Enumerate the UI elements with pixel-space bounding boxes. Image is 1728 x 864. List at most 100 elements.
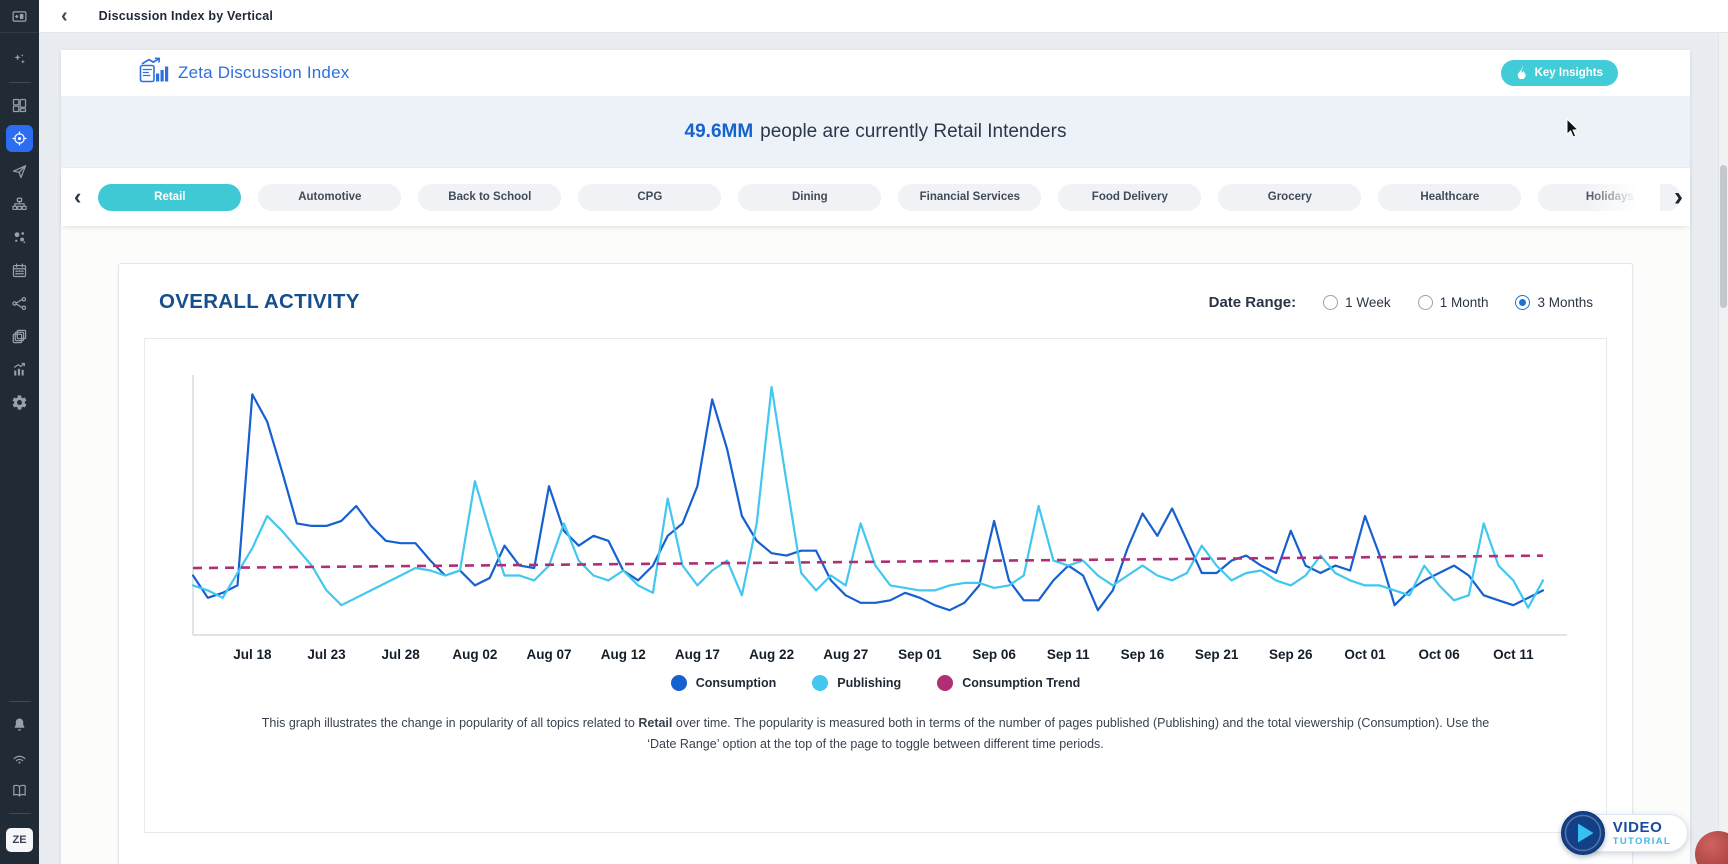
tab-grocery[interactable]: Grocery: [1218, 184, 1361, 211]
flow-icon[interactable]: [0, 287, 39, 320]
chart-description: This graph illustrates the change in pop…: [261, 713, 1491, 755]
legend-item-consumption-trend: Consumption Trend: [937, 675, 1080, 691]
radio-1-week[interactable]: 1 Week: [1323, 295, 1391, 310]
back-button[interactable]: ‹: [61, 6, 68, 26]
tab-financial-services[interactable]: Financial Services: [898, 184, 1041, 211]
brand-title: Zeta Discussion Index: [178, 63, 349, 83]
settings-icon[interactable]: [0, 386, 39, 419]
x-tick-label: Jul 28: [382, 647, 421, 662]
tabs-scroll-left-button[interactable]: ‹: [74, 184, 81, 210]
scrollbar[interactable]: [1718, 33, 1728, 864]
x-tick-label: Aug 17: [675, 647, 720, 662]
bell-icon[interactable]: [0, 708, 39, 741]
tab-dining[interactable]: Dining: [738, 184, 881, 211]
audience-target-icon[interactable]: [0, 122, 39, 155]
layers-icon[interactable]: [0, 320, 39, 353]
legend-label: Consumption Trend: [962, 676, 1080, 690]
signal-icon[interactable]: [0, 741, 39, 774]
series-publishing: [193, 387, 1543, 608]
tab-holidays[interactable]: Holidays: [1538, 184, 1681, 211]
activity-chart: Jul 18Jul 23Jul 28Aug 02Aug 07Aug 12Aug …: [148, 349, 1603, 667]
send-icon[interactable]: [0, 155, 39, 188]
scrollbar-thumb[interactable]: [1720, 165, 1727, 308]
sidebar-divider: [9, 701, 31, 702]
chart-legend: Consumption Publishing Consumption Trend: [145, 675, 1606, 691]
tab-retail[interactable]: Retail: [98, 184, 241, 211]
radio-label: 1 Month: [1440, 295, 1489, 310]
intenders-count: 49.6MM: [685, 121, 754, 143]
activity-zone: OVERALL ACTIVITY Date Range: 1 Week 1 Mon…: [61, 226, 1690, 864]
tabs-scroll-right-button[interactable]: ›: [1674, 182, 1683, 213]
tab-automotive[interactable]: Automotive: [258, 184, 401, 211]
topbar: ‹ Discussion Index by Vertical: [39, 0, 1728, 33]
radio-circle-icon: [1323, 295, 1338, 310]
discussion-index-card: Zeta Discussion Index Key Insights 49.6M…: [61, 50, 1690, 864]
tab-back-to-school[interactable]: Back to School: [418, 184, 561, 211]
chevron-left-icon: ‹: [61, 5, 68, 27]
x-tick-label: Sep 11: [1047, 647, 1090, 662]
radio-label: 1 Week: [1345, 295, 1391, 310]
main-content: Zeta Discussion Index Key Insights 49.6M…: [39, 33, 1728, 864]
description-bold: Retail: [638, 716, 672, 730]
x-tick-label: Sep 16: [1121, 647, 1165, 662]
date-range-control: Date Range: 1 Week 1 Month 3 Months: [1209, 294, 1593, 311]
x-tick-label: Sep 26: [1269, 647, 1313, 662]
intenders-text: people are currently Retail Intenders: [760, 121, 1066, 143]
description-text: over time. The popularity is measured bo…: [647, 716, 1489, 751]
sparkles-icon[interactable]: [0, 43, 39, 76]
x-tick-label: Aug 07: [527, 647, 572, 662]
radio-3-months[interactable]: 3 Months: [1515, 295, 1593, 310]
x-tick-label: Sep 06: [972, 647, 1016, 662]
x-tick-label: Jul 18: [233, 647, 272, 662]
brand: Zeta Discussion Index: [139, 57, 349, 89]
tab-cpg[interactable]: CPG: [578, 184, 721, 211]
sidebar-divider: [9, 813, 31, 814]
x-tick-label: Aug 02: [452, 647, 497, 662]
legend-item-publishing: Publishing: [812, 675, 901, 691]
description-text: This graph illustrates the change in pop…: [262, 716, 639, 730]
dashboard-icon[interactable]: [0, 89, 39, 122]
legend-swatch-icon: [671, 675, 687, 691]
radio-circle-icon: [1418, 295, 1433, 310]
legend-label: Consumption: [696, 676, 777, 690]
key-insights-label: Key Insights: [1535, 67, 1603, 79]
chart-growth-icon[interactable]: [0, 353, 39, 386]
legend-item-consumption: Consumption: [671, 675, 777, 691]
activity-header: OVERALL ACTIVITY Date Range: 1 Week 1 Mon…: [144, 290, 1607, 314]
bubbles-icon[interactable]: [0, 221, 39, 254]
x-tick-label: Oct 06: [1419, 647, 1461, 662]
overall-activity-card: OVERALL ACTIVITY Date Range: 1 Week 1 Mon…: [118, 263, 1633, 864]
sidebar: ZE: [0, 0, 39, 864]
x-tick-label: Oct 11: [1493, 647, 1534, 662]
tab-food-delivery[interactable]: Food Delivery: [1058, 184, 1201, 211]
x-tick-label: Sep 01: [898, 647, 942, 662]
vertical-tabs: Retail Automotive Back to School CPG Dining F…: [98, 184, 1690, 211]
x-tick-label: Jul 23: [307, 647, 346, 662]
video-tutorial-button[interactable]: VIDEO TUTORIAL: [1560, 810, 1688, 856]
legend-label: Publishing: [837, 676, 901, 690]
screens-icon[interactable]: [0, 0, 39, 33]
vertical-tabs-row: ‹ Retail Automotive Back to School CPG Dinin…: [61, 168, 1690, 226]
user-avatar[interactable]: ZE: [6, 828, 33, 852]
radio-circle-icon: [1515, 295, 1530, 310]
intenders-banner: 49.6MM people are currently Retail Inten…: [61, 96, 1690, 168]
x-tick-label: Sep 21: [1195, 647, 1239, 662]
zeta-logo-icon: [139, 57, 169, 89]
date-range-label: Date Range:: [1209, 294, 1297, 311]
play-icon: [1560, 810, 1606, 856]
calendar-icon[interactable]: [0, 254, 39, 287]
x-tick-label: Aug 22: [749, 647, 794, 662]
radio-1-month[interactable]: 1 Month: [1418, 295, 1489, 310]
tab-healthcare[interactable]: Healthcare: [1378, 184, 1521, 211]
chart-container: Jul 18Jul 23Jul 28Aug 02Aug 07Aug 12Aug …: [144, 338, 1607, 833]
x-tick-label: Aug 27: [823, 647, 868, 662]
flame-icon: [1516, 65, 1528, 82]
book-icon[interactable]: [0, 774, 39, 807]
hierarchy-icon[interactable]: [0, 188, 39, 221]
page-title: Discussion Index by Vertical: [99, 9, 273, 23]
legend-swatch-icon: [812, 675, 828, 691]
section-title: OVERALL ACTIVITY: [159, 290, 360, 314]
key-insights-button[interactable]: Key Insights: [1501, 60, 1618, 86]
screen: ZE ‹ Discussion Index by Vertical: [0, 0, 1728, 864]
x-tick-label: Oct 01: [1344, 647, 1386, 662]
